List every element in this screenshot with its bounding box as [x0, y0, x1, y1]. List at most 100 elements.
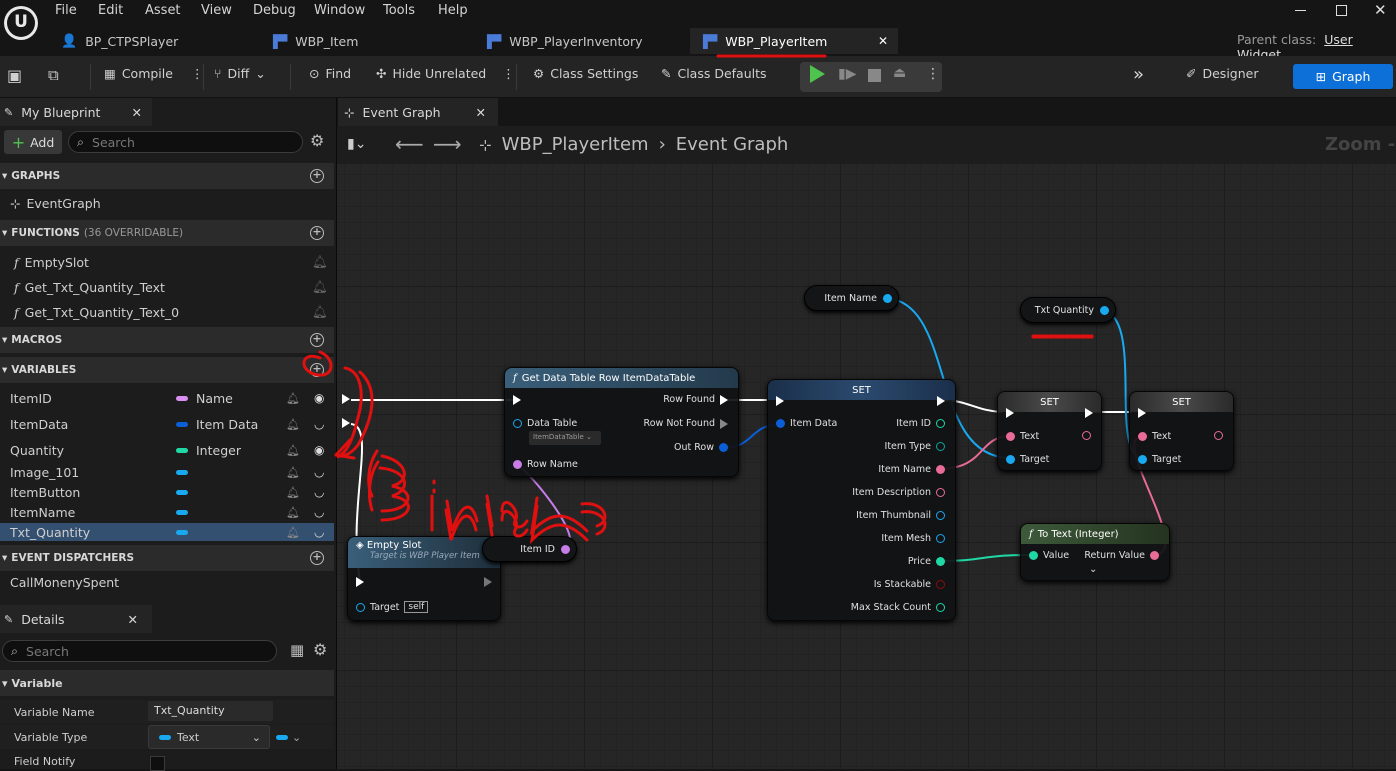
input-pin[interactable]	[356, 602, 365, 612]
input-pin[interactable]	[513, 419, 522, 428]
eject-icon[interactable]: ⏏	[893, 65, 906, 81]
class-defaults-button[interactable]: ✎ Class Defaults	[661, 66, 767, 81]
menu-tools[interactable]: Tools	[383, 3, 415, 18]
container-type-dropdown[interactable]: ⌄	[276, 731, 301, 744]
add-graph-icon[interactable]: +	[310, 169, 324, 183]
save-icon[interactable]: ▣	[7, 66, 22, 85]
variable-item[interactable]: Image_101 🔔︎ ◡	[0, 463, 334, 481]
bell-icon[interactable]: 🔔︎	[286, 466, 300, 479]
output-pin[interactable]	[1100, 305, 1109, 315]
bell-icon[interactable]: 🔔︎	[286, 526, 300, 539]
target-self-field[interactable]: self	[404, 601, 429, 613]
menu-view[interactable]: View	[201, 3, 232, 18]
output-pin[interactable]	[1082, 431, 1091, 440]
eye-closed-icon[interactable]: ◡	[314, 417, 324, 431]
bell-icon[interactable]: 🔔︎	[312, 279, 328, 295]
get-data-table-row-node[interactable]: f Get Data Table Row ItemDataTable Data T…	[504, 367, 739, 477]
output-pin[interactable]	[719, 443, 728, 452]
variable-item[interactable]: ItemData Item Data 🔔︎ ◡	[0, 413, 334, 435]
compile-button[interactable]: ▦ Compile ⋮	[104, 66, 203, 81]
variable-type-dropdown[interactable]: Text ⌄	[148, 725, 270, 749]
bell-icon[interactable]: 🔔︎	[286, 506, 300, 519]
variables-section[interactable]: ▾ VARIABLES +	[0, 357, 334, 383]
exec-in-pin[interactable]	[1006, 408, 1014, 418]
add-dispatcher-icon[interactable]: +	[310, 551, 324, 565]
set-text-node[interactable]: SET Text Target	[1129, 391, 1234, 471]
exec-reroute-pin[interactable]	[342, 418, 350, 428]
more-icon[interactable]: ⋮	[926, 66, 940, 82]
tab-my-blueprint[interactable]: ✎ My Blueprint ✕	[0, 98, 152, 126]
tab-bp-ctpsplayer[interactable]: 👤 BP_CTPSPlayer	[55, 28, 255, 54]
add-macro-icon[interactable]: +	[310, 333, 324, 347]
close-tab-icon[interactable]: ✕	[476, 105, 486, 120]
set-text-node[interactable]: SET Text Target	[997, 391, 1102, 471]
bell-icon[interactable]: 🔔︎	[286, 392, 300, 405]
output-pin[interactable]	[936, 419, 945, 428]
menu-file[interactable]: File	[55, 3, 77, 18]
txt-quantity-getter-node[interactable]: Txt Quantity	[1020, 297, 1116, 323]
eye-closed-icon[interactable]: ◡	[314, 465, 324, 479]
add-variable-icon[interactable]: +	[310, 363, 324, 377]
menu-help[interactable]: Help	[438, 3, 468, 18]
bell-icon[interactable]: 🔔︎	[286, 486, 300, 499]
play-icon[interactable]	[810, 65, 825, 83]
variable-name-field[interactable]: Txt_Quantity	[148, 701, 273, 721]
menu-debug[interactable]: Debug	[253, 3, 296, 18]
function-item[interactable]: f Get_Txt_Quantity_Text 🔔︎	[0, 277, 334, 297]
variable-item[interactable]: Quantity Integer 🔔︎ ◉	[0, 439, 334, 461]
input-pin[interactable]	[776, 419, 785, 428]
exec-out-pin[interactable]	[484, 577, 492, 587]
output-pin[interactable]	[936, 580, 945, 589]
more-icon[interactable]: ⋮	[502, 66, 515, 81]
event-dispatchers-section[interactable]: ▾ EVENT DISPATCHERS +	[0, 545, 334, 571]
menu-asset[interactable]: Asset	[145, 3, 181, 18]
input-pin[interactable]	[1029, 551, 1038, 560]
chevron-down-icon[interactable]: ⌄	[1089, 564, 1097, 575]
eye-open-icon[interactable]: ◉	[314, 391, 324, 405]
exec-out-pin[interactable]	[720, 394, 728, 405]
expand-toolbar-icon[interactable]: »	[1133, 64, 1144, 85]
designer-button[interactable]: ✐ Designer	[1186, 66, 1258, 81]
step-icon[interactable]: ▮▶	[838, 66, 856, 82]
exec-reroute-pin[interactable]	[342, 394, 350, 404]
exec-out-pin[interactable]	[1085, 408, 1093, 418]
add-button[interactable]: + Add	[4, 130, 62, 154]
tab-wbp-playeritem[interactable]: ▐▀ WBP_PlayerItem ✕	[690, 28, 898, 54]
output-pin[interactable]	[883, 293, 892, 303]
graphs-section[interactable]: ▾ GRAPHS +	[0, 163, 334, 189]
find-button[interactable]: ⊙ Find	[309, 66, 351, 81]
class-settings-button[interactable]: ⚙ Class Settings	[533, 66, 638, 81]
exec-in-pin[interactable]	[356, 577, 364, 587]
variable-item[interactable]: ItemButton 🔔︎ ◡	[0, 483, 334, 501]
input-pin[interactable]	[513, 460, 522, 469]
tab-wbp-item[interactable]: ▐▀ WBP_Item	[268, 28, 468, 54]
menu-window[interactable]: Window	[314, 3, 365, 18]
data-table-dropdown[interactable]: ItemDataTable ⌄	[529, 431, 601, 445]
bell-icon[interactable]: 🔔︎	[286, 444, 300, 457]
exec-in-pin[interactable]	[513, 395, 521, 405]
bell-icon[interactable]: 🔔︎	[312, 254, 328, 270]
output-pin[interactable]	[936, 442, 945, 451]
exec-in-pin[interactable]	[1138, 408, 1146, 418]
maximize-icon[interactable]	[1336, 5, 1347, 16]
stop-icon[interactable]	[868, 69, 881, 82]
set-item-data-node[interactable]: SET Item Data Item ID Item Type Item Nam…	[767, 379, 956, 621]
diff-button[interactable]: ⑂ Diff ⌄	[214, 66, 266, 81]
exec-in-pin[interactable]	[776, 396, 784, 406]
details-search-input[interactable]: ⌕ Search	[2, 640, 277, 662]
exec-out-pin[interactable]	[720, 418, 728, 429]
graph-button[interactable]: ⊞ Graph	[1293, 64, 1393, 89]
eye-closed-icon[interactable]: ◡	[314, 505, 324, 519]
table-view-icon[interactable]: ▦	[290, 641, 304, 659]
event-graph-canvas[interactable]: ▮⌄ ⟵ ⟶ ⊹ WBP_PlayerItem › Event Graph Zo…	[337, 126, 1396, 769]
variable-item[interactable]: ItemName 🔔︎ ◡	[0, 503, 334, 521]
input-pin[interactable]	[1006, 455, 1015, 464]
eye-open-icon[interactable]: ◉	[314, 443, 324, 457]
item-id-getter-node[interactable]: Item ID	[482, 536, 577, 562]
tab-wbp-playerinventory[interactable]: ▐▀ WBP_PlayerInventory	[482, 28, 682, 54]
tab-event-graph[interactable]: ⊹ Event Graph ✕	[338, 98, 498, 126]
more-icon[interactable]: ⋮	[191, 66, 204, 81]
output-pin[interactable]	[936, 534, 945, 543]
close-window-icon[interactable]: ✕	[1374, 1, 1387, 19]
browse-icon[interactable]: ⧉	[48, 66, 59, 84]
